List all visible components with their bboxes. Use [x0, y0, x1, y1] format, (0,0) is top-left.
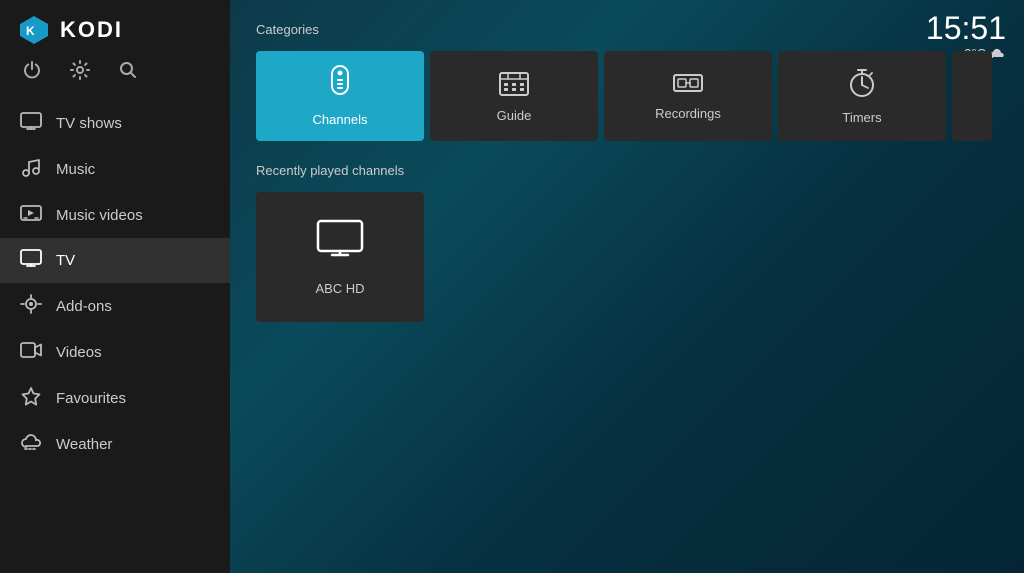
categories-row: Channels Guid	[256, 51, 998, 141]
sidebar-label-music: Music	[56, 161, 95, 178]
recently-played-section: Recently played channels ABC HD	[256, 163, 998, 322]
tv-shows-icon	[20, 112, 42, 135]
sidebar-item-weather[interactable]: Weather	[0, 422, 230, 467]
tv-icon	[20, 249, 42, 272]
sidebar-label-favourites: Favourites	[56, 390, 126, 407]
category-recordings-label: Recordings	[655, 106, 721, 121]
recordings-icon	[672, 71, 704, 98]
settings-icon[interactable]	[70, 60, 90, 85]
categories-section: Categories Channels	[256, 22, 998, 141]
app-title: KODI	[60, 17, 123, 43]
category-channels-label: Channels	[313, 112, 368, 127]
sidebar-item-favourites[interactable]: Favourites	[0, 375, 230, 422]
main-content: 15:51 -3°C Categories	[230, 0, 1024, 573]
addon-icon	[20, 294, 42, 319]
sidebar: K KODI	[0, 0, 230, 573]
sidebar-item-music[interactable]: Music	[0, 146, 230, 193]
category-guide[interactable]: Guide	[430, 51, 598, 141]
category-timers-label: Timers	[842, 110, 881, 125]
recently-played-label: Recently played channels	[256, 163, 998, 178]
svg-text:K: K	[26, 24, 35, 38]
sidebar-item-music-videos[interactable]: Music videos	[0, 193, 230, 238]
category-partial[interactable]	[952, 51, 992, 141]
sidebar-label-tv-shows: TV shows	[56, 115, 122, 132]
top-icon-bar	[0, 56, 230, 101]
clock-time: 15:51	[926, 12, 1006, 44]
power-icon[interactable]	[22, 60, 42, 85]
category-channels[interactable]: Channels	[256, 51, 424, 141]
nav-list: TV shows Music Music videos	[0, 101, 230, 573]
favourites-icon	[20, 386, 42, 411]
logo-area: K KODI	[0, 0, 230, 56]
kodi-logo-icon: K	[18, 14, 50, 46]
music-videos-icon	[20, 204, 42, 227]
sidebar-item-tv-shows[interactable]: TV shows	[0, 101, 230, 146]
sidebar-label-music-videos: Music videos	[56, 207, 143, 224]
category-recordings[interactable]: Recordings	[604, 51, 772, 141]
sidebar-label-videos: Videos	[56, 344, 102, 361]
music-icon	[20, 157, 42, 182]
categories-label: Categories	[256, 22, 998, 37]
guide-icon	[498, 69, 530, 100]
channels-row: ABC HD	[256, 192, 998, 322]
channel-abc-hd-label: ABC HD	[315, 281, 364, 296]
cloud-icon	[990, 47, 1006, 61]
sidebar-item-add-ons[interactable]: Add-ons	[0, 283, 230, 330]
sidebar-label-weather: Weather	[56, 436, 112, 453]
channel-tv-icon	[315, 218, 365, 269]
sidebar-item-videos[interactable]: Videos	[0, 330, 230, 375]
search-icon[interactable]	[118, 60, 138, 85]
videos-icon	[20, 341, 42, 364]
sidebar-label-add-ons: Add-ons	[56, 298, 112, 315]
category-timers[interactable]: Timers	[778, 51, 946, 141]
weather-icon	[20, 433, 42, 456]
sidebar-item-tv[interactable]: TV	[0, 238, 230, 283]
sidebar-label-tv: TV	[56, 252, 75, 269]
channel-abc-hd[interactable]: ABC HD	[256, 192, 424, 322]
category-guide-label: Guide	[497, 108, 532, 123]
remote-icon	[325, 65, 355, 104]
timers-icon	[848, 67, 876, 102]
